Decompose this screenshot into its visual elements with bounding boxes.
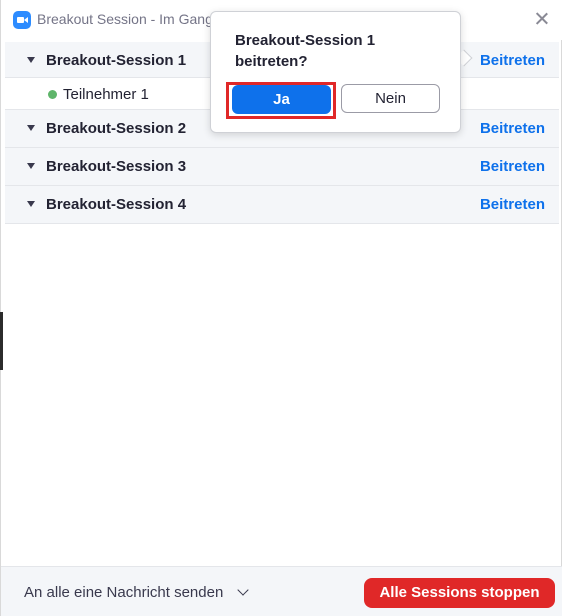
join-confirm-popover: Breakout-Session 1 beitreten? Ja Nein	[210, 11, 461, 133]
join-button-session-3[interactable]: Beitreten	[480, 158, 545, 175]
popover-question-line-2: beitreten?	[235, 53, 308, 70]
session-row-4[interactable]: Breakout-Session 4 Beitreten	[5, 186, 559, 224]
chevron-down-icon[interactable]	[237, 584, 249, 596]
join-button-session-4[interactable]: Beitreten	[480, 196, 545, 213]
stop-all-sessions-button[interactable]: Alle Sessions stoppen	[364, 578, 555, 608]
window-edge-mark	[0, 312, 3, 370]
session-row-3[interactable]: Breakout-Session 3 Beitreten	[5, 148, 559, 186]
yes-button[interactable]: Ja	[232, 85, 331, 114]
status-dot-icon	[48, 90, 57, 99]
close-icon[interactable]	[531, 8, 553, 30]
collapse-triangle-icon[interactable]	[27, 125, 35, 131]
join-button-session-2[interactable]: Beitreten	[480, 120, 545, 137]
collapse-triangle-icon[interactable]	[27, 163, 35, 169]
participant-name: Teilnehmer 1	[63, 86, 149, 103]
collapse-triangle-icon[interactable]	[27, 201, 35, 207]
broadcast-message-button[interactable]: An alle eine Nachricht senden	[24, 584, 223, 601]
popover-question-line-1: Breakout-Session 1	[235, 32, 376, 49]
session-name: Breakout-Session 4	[46, 196, 187, 213]
no-button[interactable]: Nein	[341, 84, 440, 113]
join-button-session-1[interactable]: Beitreten	[480, 52, 545, 69]
session-name: Breakout-Session 1	[46, 52, 187, 69]
window-title: Breakout Session - Im Gang	[37, 11, 213, 27]
session-name: Breakout-Session 2	[46, 120, 187, 137]
footer-bar: An alle eine Nachricht senden Alle Sessi…	[1, 566, 562, 616]
session-name: Breakout-Session 3	[46, 158, 187, 175]
popover-question: Breakout-Session 1 beitreten?	[235, 30, 435, 72]
zoom-camera-icon	[13, 11, 31, 29]
collapse-triangle-icon[interactable]	[27, 57, 35, 63]
